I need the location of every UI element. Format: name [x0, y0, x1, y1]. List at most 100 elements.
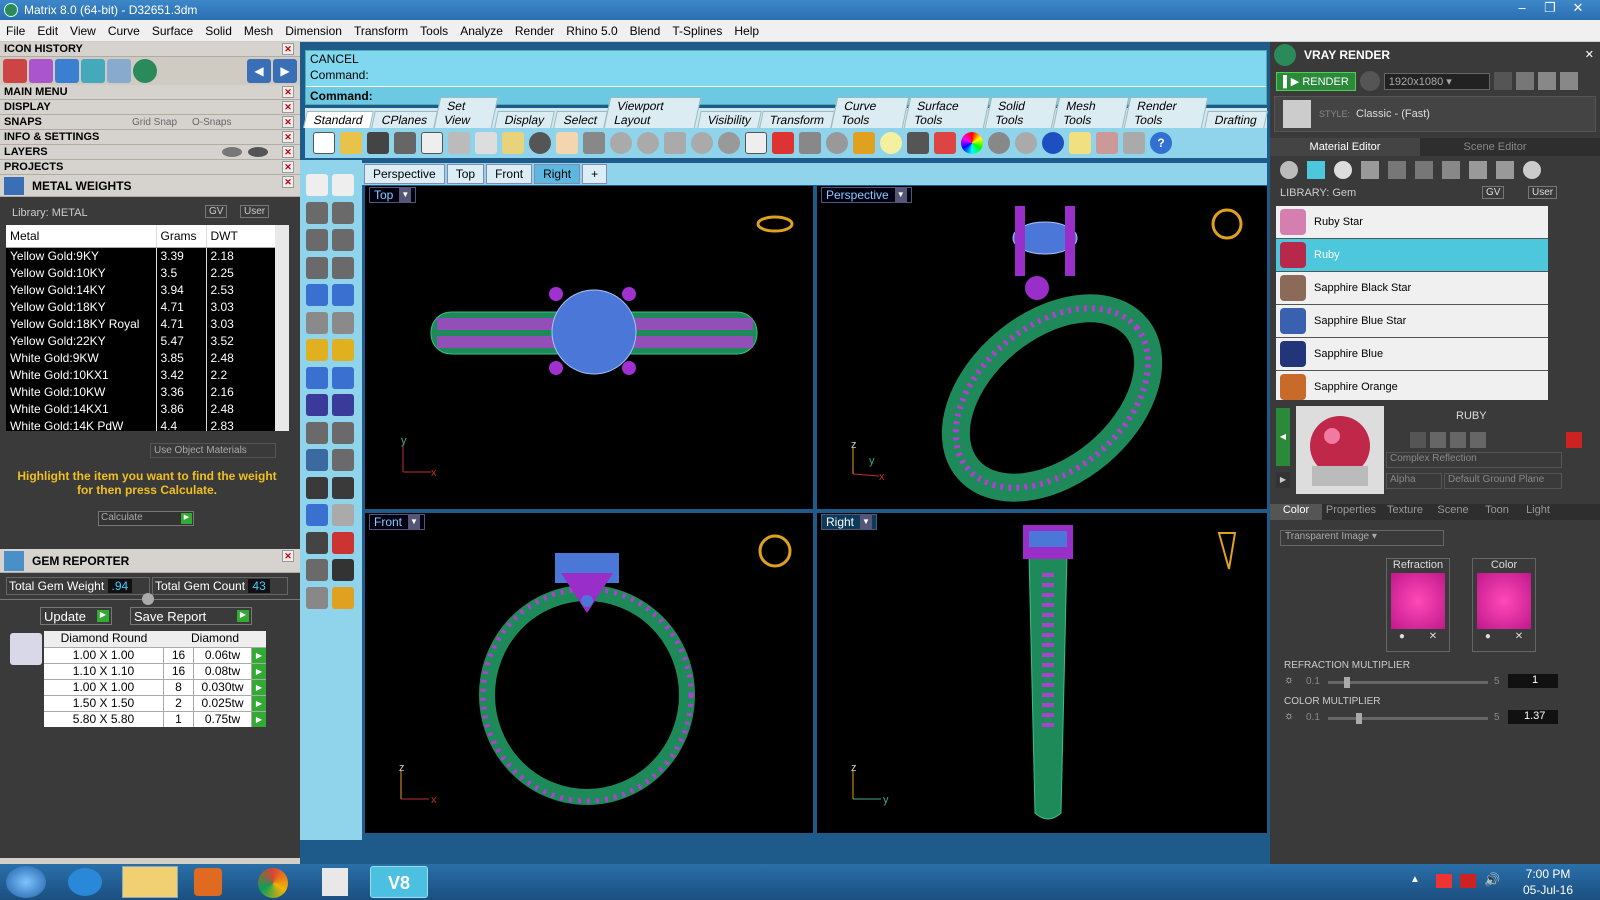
texture-icon[interactable] [1388, 161, 1406, 179]
play-icon[interactable]: ▶ [252, 712, 266, 727]
slider-handle[interactable] [1344, 677, 1350, 688]
boolean-icon[interactable] [332, 284, 354, 306]
table-row[interactable]: White Gold:9KW 3.85 2.48 [6, 349, 276, 366]
subtab-toon[interactable]: Toon [1476, 504, 1518, 520]
explode-icon[interactable] [332, 339, 354, 361]
menu-blend[interactable]: Blend [624, 24, 667, 38]
flag-icon[interactable] [1436, 874, 1452, 888]
material-list-item[interactable]: Sapphire Black Star [1276, 272, 1548, 305]
dimension-icon[interactable] [332, 449, 354, 471]
tab-surface-tools[interactable]: Surface Tools [903, 97, 991, 128]
col-metal[interactable]: Metal [6, 225, 157, 248]
table-row[interactable]: White Gold:10KW 3.36 2.16 [6, 383, 276, 400]
menu-curve[interactable]: Curve [102, 24, 146, 38]
reflection-select[interactable]: Complex Reflection [1386, 452, 1562, 468]
viewport-grid-icon[interactable] [745, 132, 767, 154]
ruler-icon[interactable] [332, 504, 354, 526]
color-value-input[interactable]: 1.37 [1508, 710, 1558, 724]
play-icon[interactable]: ▶ [252, 696, 266, 711]
layers-header[interactable]: LAYERS ✕ [0, 145, 300, 160]
o-snaps-toggle[interactable]: O-Snaps [192, 117, 231, 128]
color-wheel-icon[interactable] [961, 132, 983, 154]
clear-icon[interactable]: ✕ [1429, 631, 1437, 642]
refresh-icon[interactable] [1566, 432, 1582, 448]
close-icon[interactable]: ✕ [282, 550, 294, 562]
icon-history-header[interactable]: ICON HISTORY ✕ [0, 42, 300, 57]
collapse-left-icon[interactable]: ◀ [1276, 408, 1290, 466]
text-icon[interactable] [306, 449, 328, 471]
viewport-title[interactable]: Front ▼ [369, 514, 426, 530]
explorer-icon[interactable] [122, 866, 178, 898]
table-row[interactable]: Yellow Gold:22KY 5.47 3.52 [6, 332, 276, 349]
calculate-button[interactable]: Calculate ▶ [98, 511, 194, 526]
table-row[interactable]: 1.00 X 1.00 16 0.06tw ▶ [44, 647, 266, 663]
info-settings-header[interactable]: INFO & SETTINGS ✕ [0, 130, 300, 145]
rectangle-icon[interactable] [332, 201, 354, 224]
media-player-icon[interactable] [194, 868, 222, 896]
user-toggle[interactable]: User [240, 205, 270, 218]
point-icon[interactable] [332, 174, 354, 196]
pattern-icon[interactable] [1415, 161, 1433, 179]
export-icon[interactable] [421, 132, 443, 154]
close-button[interactable]: ✕ [1564, 0, 1592, 16]
extrude-icon[interactable] [306, 366, 328, 389]
projects-header[interactable]: PROJECTS ✕ [0, 160, 300, 175]
environment-sphere-icon[interactable] [1042, 132, 1064, 154]
viewtab-perspective[interactable]: Perspective [364, 164, 445, 184]
polyline-icon[interactable] [306, 201, 328, 224]
start-button[interactable] [6, 866, 46, 898]
transparent-image-select[interactable]: Transparent Image ▾ [1280, 530, 1444, 546]
viewtab-top[interactable]: Top [446, 164, 485, 184]
table-row[interactable]: Yellow Gold:14KY 3.94 2.53 [6, 281, 276, 298]
table-row[interactable]: Yellow Gold:9KY 3.39 2.18 [6, 247, 276, 264]
array-icon[interactable] [306, 476, 328, 499]
save-icon[interactable] [367, 132, 389, 154]
export-icon[interactable] [1450, 432, 1466, 448]
menu-edit[interactable]: Edit [31, 24, 64, 38]
frame-buffer-icon[interactable] [1515, 72, 1534, 90]
table-row[interactable]: White Gold:14KX1 3.86 2.48 [6, 400, 276, 417]
tab-cplanes[interactable]: CPlanes [370, 111, 438, 128]
viewport-title[interactable]: Right ▼ [821, 514, 878, 530]
tab-mesh-tools[interactable]: Mesh Tools [1053, 97, 1130, 128]
zoom-window-icon[interactable] [637, 132, 659, 154]
material-list-item[interactable]: Sapphire Blue Star [1276, 305, 1548, 338]
arc-icon[interactable] [332, 256, 354, 279]
play-icon[interactable]: ▶ [252, 648, 266, 663]
tab-render-tools[interactable]: Render Tools [1123, 97, 1209, 128]
move-icon[interactable] [583, 132, 605, 154]
viewport-top[interactable]: Top ▼ y x [365, 186, 813, 509]
trim-icon[interactable] [332, 366, 354, 389]
menu-rhino5[interactable]: Rhino 5.0 [560, 24, 623, 38]
prong-icon[interactable] [306, 559, 328, 581]
table-row[interactable]: White Gold:14K PdW 4.4 2.83 [6, 417, 276, 431]
use-object-materials-toggle[interactable]: Use Object Materials [150, 443, 276, 458]
plane-material-icon[interactable] [1361, 161, 1379, 179]
menu-render[interactable]: Render [509, 24, 560, 38]
matrix-logo-icon[interactable] [133, 59, 157, 83]
tab-material-editor[interactable]: Material Editor [1270, 138, 1420, 156]
light-bulb-icon[interactable] [880, 132, 902, 154]
subtab-properties[interactable]: Properties [1322, 504, 1380, 520]
options-gear-icon[interactable] [1096, 132, 1118, 154]
gem-type-icon[interactable] [1307, 161, 1325, 179]
spotlight-icon[interactable] [1069, 132, 1091, 154]
plane-icon[interactable] [1123, 132, 1145, 154]
volume-icon[interactable]: 🔊 [1484, 872, 1500, 888]
color-picker-icon[interactable]: ● [1485, 631, 1491, 642]
open-icon[interactable] [340, 132, 362, 154]
tab-scene-editor[interactable]: Scene Editor [1420, 138, 1570, 156]
close-icon[interactable]: ✕ [282, 86, 294, 98]
cone-icon[interactable] [306, 586, 328, 609]
car-icon[interactable] [772, 132, 794, 154]
rotate-view-icon[interactable] [718, 132, 740, 154]
polygon-icon[interactable] [332, 229, 354, 251]
save-report-button[interactable]: Save Report ▶ [130, 607, 252, 625]
cylinder-icon[interactable] [306, 311, 328, 334]
slider-handle[interactable] [1356, 713, 1362, 724]
color-swatch[interactable]: Color ● ✕ [1472, 558, 1536, 652]
table-row[interactable]: 1.10 X 1.10 16 0.08tw ▶ [44, 663, 266, 679]
update-button[interactable]: Update ▶ [40, 607, 112, 625]
calculator-icon[interactable] [322, 868, 348, 896]
close-icon[interactable]: ✕ [282, 43, 294, 55]
